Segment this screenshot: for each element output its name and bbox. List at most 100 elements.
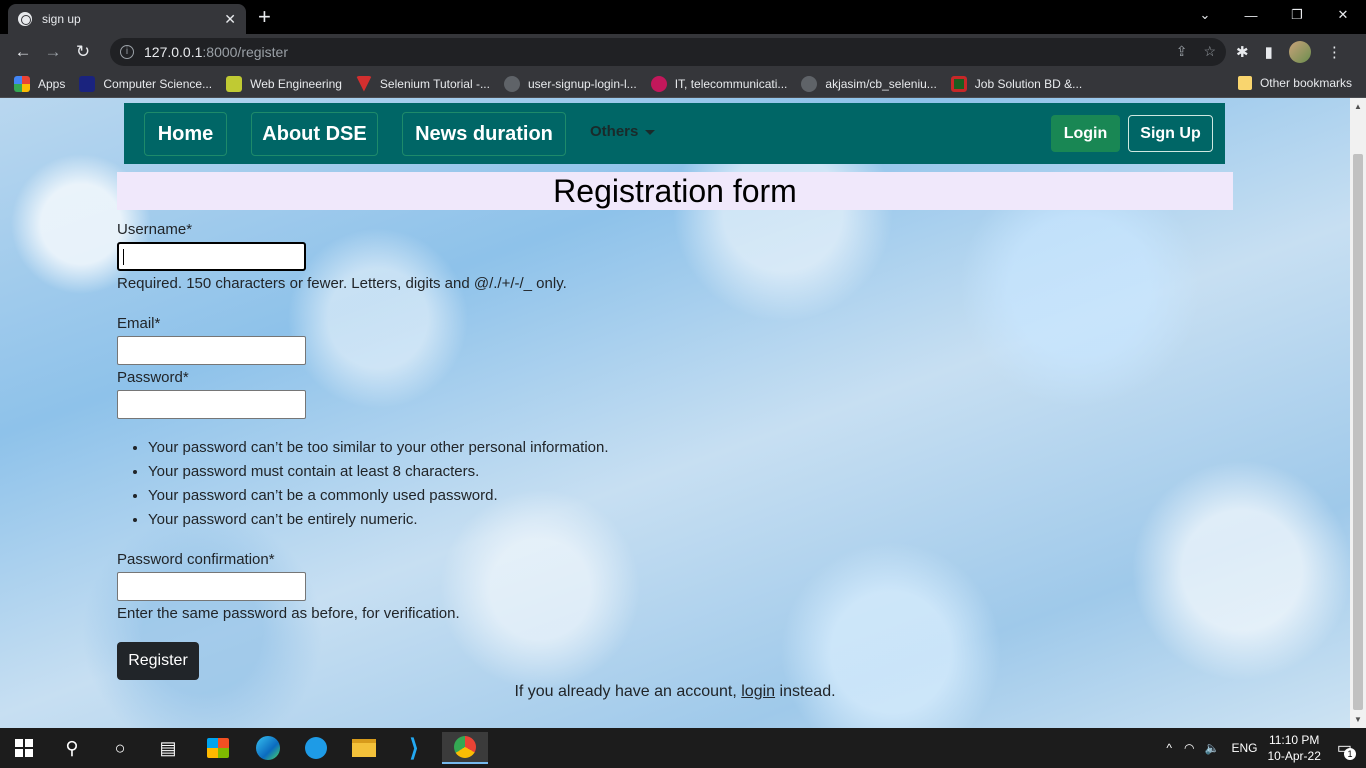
browser-tab[interactable]: sign up ✕ (8, 4, 246, 34)
language-indicator[interactable]: ENG (1231, 741, 1257, 755)
bookmark-label: IT, telecommunicati... (674, 76, 788, 91)
tab-search-icon[interactable]: ⌄ (1182, 0, 1228, 30)
it-telecom-icon (650, 75, 667, 92)
menu-icon[interactable]: ⋮ (1327, 43, 1342, 61)
bookmark-label: user-signup-login-l... (527, 76, 637, 91)
share-icon[interactable]: ⇪ (1176, 43, 1188, 60)
chrome-icon[interactable] (442, 732, 488, 764)
bookmark-job-solution[interactable]: Job Solution BD &... (950, 75, 1083, 92)
restore-button[interactable]: ❐ (1274, 0, 1320, 30)
vscode-icon[interactable]: ⟩ (394, 732, 434, 764)
password-rule: Your password can’t be a commonly used p… (148, 486, 609, 510)
login-link[interactable]: login (741, 683, 775, 700)
edge-icon[interactable] (248, 732, 288, 764)
back-icon[interactable]: ← (8, 42, 38, 62)
bookmark-computer-science[interactable]: Computer Science... (79, 75, 213, 92)
reload-icon[interactable]: ↻ (68, 42, 98, 62)
apps-grid-icon (14, 75, 30, 92)
page-viewport: Home About DSE News duration Others Logi… (0, 98, 1350, 728)
bookmark-web-engineering[interactable]: Web Engineering (226, 75, 342, 92)
address-bar[interactable]: i 127.0.0.1 :8000/register ⇪ ☆ (110, 38, 1226, 66)
register-button[interactable]: Register (117, 642, 199, 680)
login-prompt: If you already have an account, login in… (0, 683, 1350, 701)
notification-icon[interactable]: ▭ 1 (1337, 738, 1356, 760)
file-explorer-icon[interactable] (344, 732, 384, 764)
bookmark-it-telecom[interactable]: IT, telecommunicati... (650, 75, 788, 92)
wifi-icon[interactable]: ◠ (1184, 741, 1194, 755)
new-tab-button[interactable]: + (258, 4, 271, 30)
bookmark-label: Job Solution BD &... (974, 76, 1083, 91)
page-title: Registration form (117, 172, 1233, 210)
windows-start-icon[interactable] (4, 732, 44, 764)
close-tab-icon[interactable]: ✕ (224, 11, 236, 28)
clock[interactable]: 11:10 PM 10-Apr-22 (1268, 732, 1321, 764)
scroll-up-icon[interactable]: ▲ (1354, 102, 1362, 111)
password-input[interactable] (117, 390, 306, 419)
task-view-icon[interactable]: ▤ (148, 732, 188, 764)
tab-strip: sign up ✕ + ⌄ — ❐ ✕ (0, 0, 1366, 34)
folder-icon (1237, 76, 1252, 90)
scroll-down-icon[interactable]: ▼ (1354, 715, 1362, 724)
bookmark-label: Selenium Tutorial -... (379, 76, 490, 91)
password-rule: Your password can’t be entirely numeric. (148, 510, 609, 534)
url-host: 127.0.0.1 (144, 44, 203, 60)
password-confirmation-help: Enter the same password as before, for v… (117, 605, 460, 622)
profile-avatar[interactable] (1288, 41, 1311, 63)
extensions-icon[interactable]: ✱ (1236, 43, 1249, 61)
web-engineering-icon (226, 75, 243, 92)
app-icon[interactable] (296, 732, 336, 764)
password-confirmation-input[interactable] (117, 572, 306, 601)
site-info-icon[interactable]: i (120, 45, 134, 59)
nav-news-duration[interactable]: News duration (402, 112, 566, 156)
forward-icon[interactable]: → (38, 42, 68, 62)
password-rule: Your password must contain at least 8 ch… (148, 462, 609, 486)
username-help: Required. 150 characters or fewer. Lette… (117, 275, 567, 292)
bookmark-akjasim[interactable]: akjasim/cb_seleniu... (801, 75, 937, 92)
browser-toolbar: ← → ↻ i 127.0.0.1 :8000/register ⇪ ☆ ✱ ▮… (0, 34, 1366, 70)
bookmark-star-icon[interactable]: ☆ (1203, 43, 1216, 60)
github-icon (801, 75, 818, 92)
url-path: :8000/register (202, 44, 288, 60)
clock-time: 11:10 PM (1268, 733, 1320, 747)
clock-date: 10-Apr-22 (1267, 749, 1321, 763)
side-panel-icon[interactable]: ▮ (1265, 43, 1273, 61)
nav-about[interactable]: About DSE (251, 112, 378, 156)
close-window-button[interactable]: ✕ (1320, 0, 1366, 30)
notification-count: 1 (1344, 748, 1356, 760)
email-label: Email* (117, 315, 161, 332)
windows-taskbar: ⚲ ○ ▤ ⟩ ^ ◠ 🔈 ENG 11:10 PM 10-Apr-22 ▭ 1 (0, 728, 1366, 768)
username-label: Username* (117, 221, 193, 238)
bookmark-label: akjasim/cb_seleniu... (825, 76, 937, 91)
password-confirmation-label: Password confirmation* (117, 551, 275, 568)
bookmark-apps[interactable]: Apps (14, 75, 65, 92)
password-rules-list: Your password can’t be too similar to yo… (148, 438, 609, 534)
other-bookmarks-label: Other bookmarks (1259, 76, 1352, 90)
email-input[interactable] (117, 336, 306, 365)
cortana-icon[interactable]: ○ (100, 732, 140, 764)
store-icon[interactable] (198, 732, 238, 764)
password-rule: Your password can’t be too similar to yo… (148, 438, 609, 462)
volume-icon[interactable]: 🔈 (1205, 741, 1220, 755)
bookmark-user-signup[interactable]: user-signup-login-l... (503, 75, 637, 92)
username-input[interactable] (117, 242, 306, 271)
github-icon (503, 75, 520, 92)
site-navbar: Home About DSE News duration Others Logi… (124, 103, 1225, 164)
bookmark-selenium[interactable]: Selenium Tutorial -... (355, 75, 490, 92)
bookmark-label: Computer Science... (103, 76, 213, 91)
nav-home[interactable]: Home (144, 112, 227, 156)
chevron-up-icon[interactable]: ^ (1166, 741, 1172, 755)
signup-button[interactable]: Sign Up (1128, 115, 1213, 152)
scrollbar-thumb[interactable] (1353, 154, 1363, 710)
page-scrollbar[interactable]: ▲ ▼ (1350, 98, 1366, 728)
computer-science-icon (79, 75, 96, 92)
system-tray: ^ ◠ 🔈 ENG 11:10 PM 10-Apr-22 ▭ 1 (1166, 728, 1366, 768)
nav-others-dropdown[interactable]: Others (590, 123, 655, 140)
other-bookmarks[interactable]: Other bookmarks (1237, 76, 1352, 90)
login-prompt-prefix: If you already have an account, (514, 683, 742, 700)
minimize-button[interactable]: — (1228, 0, 1274, 30)
globe-icon (18, 12, 32, 26)
search-icon[interactable]: ⚲ (52, 732, 92, 764)
tab-title: sign up (42, 12, 81, 26)
password-label: Password* (117, 369, 189, 386)
login-button[interactable]: Login (1051, 115, 1120, 152)
